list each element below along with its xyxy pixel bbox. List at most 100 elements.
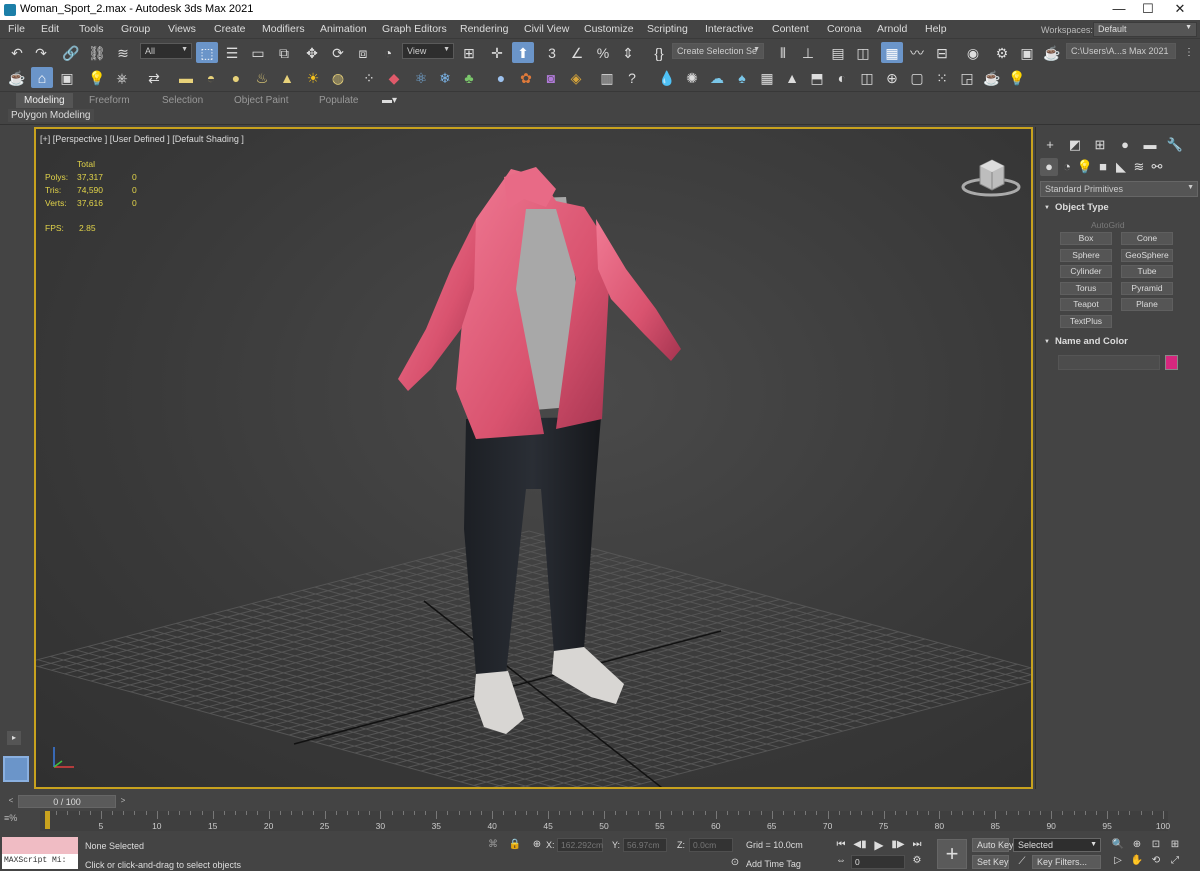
viewport-layout-thumb[interactable] — [3, 756, 29, 782]
light-icon[interactable]: 💡 — [86, 67, 108, 88]
object-color-swatch[interactable] — [1165, 355, 1178, 370]
textplus-button[interactable]: TextPlus — [1060, 315, 1112, 328]
layer-explorer-icon[interactable]: ◫ — [852, 42, 874, 63]
corona-light-lister-icon[interactable]: 💡 — [1006, 67, 1028, 88]
add-time-tag[interactable]: Add Time Tag — [746, 859, 801, 869]
go-to-end-icon[interactable]: ⏭ — [908, 837, 926, 853]
motion-tab-icon[interactable]: ● — [1116, 136, 1134, 154]
angle-snap-icon[interactable]: ∠ — [566, 42, 588, 63]
orbit-icon[interactable]: ⟲ — [1147, 853, 1165, 869]
options-icon[interactable]: ▥ — [596, 67, 618, 88]
corona-camera-icon[interactable]: ◲ — [956, 67, 978, 88]
select-by-name-icon[interactable]: ☰ — [221, 42, 243, 63]
lights-icon[interactable]: 💡 — [1076, 158, 1094, 176]
select-manipulate-icon[interactable]: ✛ — [486, 42, 508, 63]
spinner-snap-icon[interactable]: ⇕ — [617, 42, 639, 63]
hemisphere-icon[interactable]: ◓ — [200, 67, 222, 88]
menu-content[interactable]: Content — [772, 23, 809, 35]
render-icon[interactable]: ◈ — [565, 67, 587, 88]
corona-converter-icon[interactable]: ▢ — [906, 67, 928, 88]
arnold-render-view-icon[interactable]: ▦ — [756, 67, 778, 88]
close-button[interactable]: ✕ — [1165, 0, 1195, 20]
menu-arnold[interactable]: Arnold — [877, 23, 907, 35]
current-frame-field[interactable]: 0 — [851, 855, 905, 869]
systems-icon[interactable]: ⚯ — [1148, 158, 1166, 176]
keyboard-shortcut-override-icon[interactable]: ⬆ — [512, 42, 534, 63]
teapot-button[interactable]: Teapot — [1060, 298, 1112, 311]
render-setup-icon[interactable]: ⚙ — [991, 42, 1013, 63]
name-and-color-rollout[interactable]: Name and Color — [1041, 335, 1198, 349]
tab-selection[interactable]: Selection — [162, 95, 203, 106]
arnold-light-icon[interactable]: 💧 — [656, 67, 678, 88]
zoom-icon[interactable]: 🔍 — [1109, 837, 1127, 853]
toggle-scene-explorer-icon[interactable]: ▤ — [827, 42, 849, 63]
time-tag-icon[interactable]: ⊙ — [726, 855, 744, 871]
tab-populate[interactable]: Populate — [319, 95, 358, 106]
link-icon[interactable]: 🔗 — [60, 42, 82, 63]
create-tab-icon[interactable]: + — [1041, 136, 1059, 154]
arnold-sky-icon[interactable]: ☁ — [706, 67, 728, 88]
scene-icon[interactable]: ▣ — [56, 67, 78, 88]
curve-editor-toggle-icon[interactable]: ≡% — [4, 813, 34, 829]
menu-help[interactable]: Help — [925, 23, 947, 35]
field-of-view-icon[interactable]: ▷ — [1109, 853, 1127, 869]
menu-views[interactable]: Views — [168, 23, 196, 35]
rendered-frame-window-icon[interactable]: ▣ — [1016, 42, 1038, 63]
go-to-start-icon[interactable]: ⏮ — [832, 837, 850, 853]
shapes-icon[interactable]: ◔ — [1058, 158, 1076, 176]
material-editor-icon[interactable]: ◉ — [962, 42, 984, 63]
minimize-button[interactable]: — — [1104, 0, 1134, 20]
menu-modifiers[interactable]: Modifiers — [262, 23, 305, 35]
sphere-material-icon[interactable]: ● — [490, 67, 512, 88]
unlink-icon[interactable]: ⛓ — [86, 42, 108, 63]
align-icon[interactable]: ⊥ — [797, 42, 819, 63]
maximize-viewport-icon[interactable]: ⤢ — [1166, 853, 1184, 869]
percent-snap-icon[interactable]: % — [592, 42, 614, 63]
key-filters-button[interactable]: Key Filters... — [1032, 855, 1101, 869]
pan-icon[interactable]: ✋ — [1128, 853, 1146, 869]
set-key-button[interactable]: Set Key — [972, 855, 1009, 869]
next-frame-arrow-icon[interactable]: > — [117, 794, 129, 808]
key-filter-icon[interactable]: ⟋ — [1013, 854, 1031, 870]
menu-animation[interactable]: Animation — [320, 23, 367, 35]
time-cursor[interactable] — [45, 811, 50, 829]
cylinder-button[interactable]: Cylinder — [1060, 265, 1112, 278]
next-frame-icon[interactable]: ▮▶ — [889, 837, 907, 853]
geometry-icon[interactable]: ● — [1040, 158, 1058, 176]
play-icon[interactable]: ▶ — [870, 837, 888, 853]
torus-button[interactable]: Torus — [1060, 282, 1112, 295]
skeleton-icon[interactable]: ⚛ — [410, 67, 432, 88]
workspaces-dropdown[interactable]: Default ▼ — [1093, 22, 1197, 37]
help-icon[interactable]: ? — [621, 67, 643, 88]
tab-freeform[interactable]: Freeform — [89, 95, 130, 106]
auto-key-button[interactable]: Auto Key — [972, 838, 1014, 852]
corona-proxy-icon[interactable]: ⬒ — [806, 67, 828, 88]
zoom-all-icon[interactable]: ⊕ — [1128, 837, 1146, 853]
project-path-field[interactable]: C:\Users\A...s Max 2021 — [1066, 43, 1176, 59]
perspective-viewport[interactable]: [+] [Perspective ] [User Defined ] [Defa… — [34, 127, 1033, 789]
hierarchy-tab-icon[interactable]: ⊞ — [1091, 136, 1109, 154]
tab-object-paint[interactable]: Object Paint — [234, 95, 288, 106]
sun-icon[interactable]: ☀ — [302, 67, 324, 88]
window-crossing-icon[interactable]: ⧉ — [273, 42, 295, 63]
corona-sun-icon[interactable]: ◐ — [831, 67, 853, 88]
rotate-icon[interactable]: ⟳ — [327, 42, 349, 63]
arnold-shapes-icon[interactable]: ♠ — [731, 67, 753, 88]
key-mode-toggle-icon[interactable]: ⇔ — [832, 853, 850, 869]
corona-render-icon[interactable]: ◫ — [856, 67, 878, 88]
corona-vfb-icon[interactable]: ⊕ — [881, 67, 903, 88]
sphere-primitive-icon[interactable]: ● — [225, 67, 247, 88]
expand-layout-icon[interactable]: ▸ — [7, 731, 21, 745]
move-icon[interactable]: ✥ — [301, 42, 323, 63]
plane-primitive-icon[interactable]: ▬ — [175, 67, 197, 88]
redo-icon[interactable]: ↷ — [30, 42, 52, 63]
menu-scripting[interactable]: Scripting — [647, 23, 688, 35]
undo-icon[interactable]: ↶ — [6, 42, 28, 63]
corona-scatter-icon[interactable]: ⁙ — [931, 67, 953, 88]
curve-editor-icon[interactable]: 〰 — [906, 42, 928, 63]
prev-frame-arrow-icon[interactable]: < — [5, 794, 17, 808]
snaps-toggle-icon[interactable]: 3 — [541, 42, 563, 63]
sphere-button[interactable]: Sphere — [1060, 249, 1112, 262]
menu-corona[interactable]: Corona — [827, 23, 861, 35]
menu-interactive[interactable]: Interactive — [705, 23, 753, 35]
